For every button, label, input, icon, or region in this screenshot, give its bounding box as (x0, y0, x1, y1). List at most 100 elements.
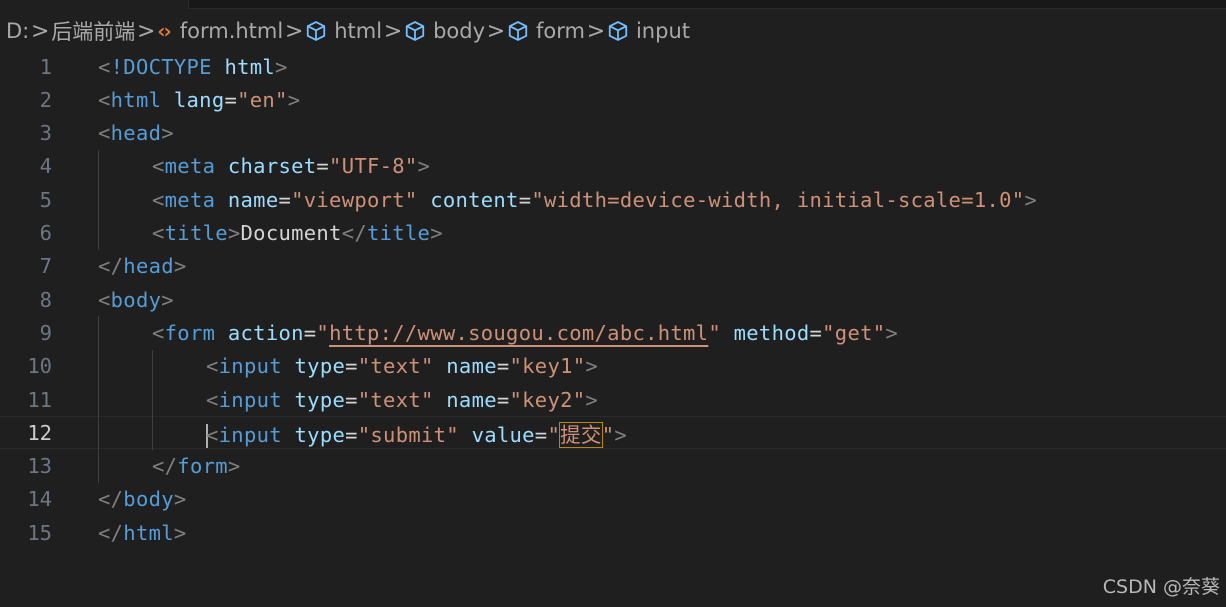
token-attr: name (227, 187, 279, 212)
token-punc: > (885, 320, 899, 345)
code-line[interactable]: 12 <input type="submit" value="提交"> (0, 416, 1226, 450)
token-punc: > (173, 254, 187, 279)
token-tag: input (218, 422, 282, 447)
breadcrumb-label: html (334, 19, 383, 43)
token-punc: </ (152, 454, 178, 479)
token-tag: html (110, 87, 162, 112)
line-number: 1 (39, 54, 52, 79)
code-line[interactable]: 11 <input type="text" name="key2"> (0, 383, 1226, 416)
code-line[interactable]: 6 <title>Document</title> (0, 217, 1226, 250)
token-eq: = (809, 320, 823, 345)
token-eq: = (303, 320, 317, 345)
code-text: <input type="text" name="key2"> (206, 388, 598, 412)
code-line[interactable]: 1 <!DOCTYPE html> (0, 50, 1226, 83)
token-punc: > (430, 221, 443, 245)
line-number: 8 (39, 287, 52, 312)
token-eq: = (345, 387, 358, 412)
token-tag: input (218, 354, 282, 379)
code-text: <input type="text" name="key1"> (206, 354, 598, 378)
token-attr: html (224, 54, 276, 79)
token-str: "key2" (509, 387, 586, 412)
breadcrumb-item-6[interactable]: form (507, 19, 585, 43)
token-punc: </ (98, 254, 124, 279)
token-punc: > (585, 354, 599, 379)
token-tag: !DOCTYPE (110, 54, 212, 79)
code-line[interactable]: 9 <form action="http://www.sougou.com/abc… (0, 316, 1226, 349)
line-number: 14 (27, 487, 52, 512)
chevron-right-icon: > (486, 18, 506, 44)
token-tag: head (123, 254, 174, 279)
token-tag: body (110, 287, 162, 312)
breadcrumb-item-3[interactable]: ‹› form.html (157, 19, 283, 43)
token-eq: = (496, 387, 510, 412)
token-punc: < (98, 54, 111, 79)
breadcrumb-label: D: (6, 19, 30, 43)
code-text: <!DOCTYPE html> (98, 55, 288, 79)
breadcrumb-item-2[interactable]: 后端前端 (51, 16, 135, 46)
token-attr: name (446, 354, 497, 379)
token-punc: < (152, 221, 165, 245)
line-number: 10 (27, 354, 52, 379)
token-attr: type (294, 422, 346, 447)
breadcrumb-label: form.html (179, 19, 284, 43)
indent-guide (98, 316, 99, 483)
code-text: </form> (152, 454, 241, 478)
token-punc: > (1024, 187, 1038, 212)
code-line[interactable]: 8 <body> (0, 283, 1226, 316)
code-line[interactable]: 10 <input type="text" name="key1"> (0, 350, 1226, 383)
chevron-right-icon: > (31, 18, 50, 44)
token-punc: < (206, 354, 219, 379)
chevron-right-icon: > (137, 18, 156, 44)
token-str: "viewport" (291, 187, 418, 212)
token-str: "text" (357, 354, 434, 379)
token-punc: < (98, 121, 111, 146)
code-text: <input type="submit" value="提交"> (206, 418, 627, 448)
token-tag: meta (164, 154, 216, 179)
token-punc: > (614, 422, 628, 447)
token-link[interactable]: http://www.sougou.com/abc.html (329, 321, 708, 345)
breadcrumb-item-1[interactable]: D: (0, 19, 29, 43)
code-line[interactable]: 2 <html lang="en"> (0, 83, 1226, 116)
line-number: 7 (39, 254, 52, 279)
symbol-cube-icon (305, 20, 327, 42)
token-eq: = (518, 187, 532, 212)
code-line[interactable]: 15 </html> (0, 516, 1226, 549)
token-punc: > (161, 287, 174, 312)
token-attr: value (471, 422, 535, 447)
code-text: <html lang="en"> (98, 88, 300, 112)
code-line[interactable]: 7 </head> (0, 250, 1226, 283)
token-punc: > (173, 487, 187, 512)
breadcrumb-item-4[interactable]: html (305, 19, 382, 43)
token-tag: body (123, 487, 174, 512)
token-str: "submit" (357, 422, 459, 447)
token-str: " (601, 422, 615, 447)
token-punc: < (152, 320, 165, 345)
token-punc: > (227, 221, 241, 245)
token-str: "text" (357, 387, 434, 412)
token-str: "get" (822, 320, 886, 345)
token-str: "width=device-width, initial-scale=1.0" (531, 187, 1025, 212)
token-punc: < (152, 187, 165, 212)
breadcrumb-item-5[interactable]: body (404, 19, 485, 43)
line-number: 12 (27, 420, 52, 445)
breadcrumb-item-7[interactable]: input (607, 19, 690, 43)
token-punc: </ (98, 487, 124, 512)
token-punc: < (206, 422, 219, 447)
code-editor[interactable]: 1 <!DOCTYPE html> 2 <html lang="en"> 3 <head>… (0, 50, 1226, 550)
code-line[interactable]: 4 <meta charset="UTF-8"> (0, 150, 1226, 183)
token-punc: < (152, 154, 165, 179)
chevron-right-icon: > (383, 18, 403, 44)
token-punc: > (417, 154, 431, 179)
tab-bar (0, 0, 1226, 10)
code-line[interactable]: 5 <meta name="viewport" content="width=de… (0, 183, 1226, 216)
code-line[interactable]: 13 </form> (0, 450, 1226, 483)
code-line[interactable]: 3 <head> (0, 117, 1226, 150)
line-number: 5 (39, 187, 52, 212)
code-line[interactable]: 14 </body> (0, 483, 1226, 516)
chevron-right-icon: > (586, 18, 606, 44)
